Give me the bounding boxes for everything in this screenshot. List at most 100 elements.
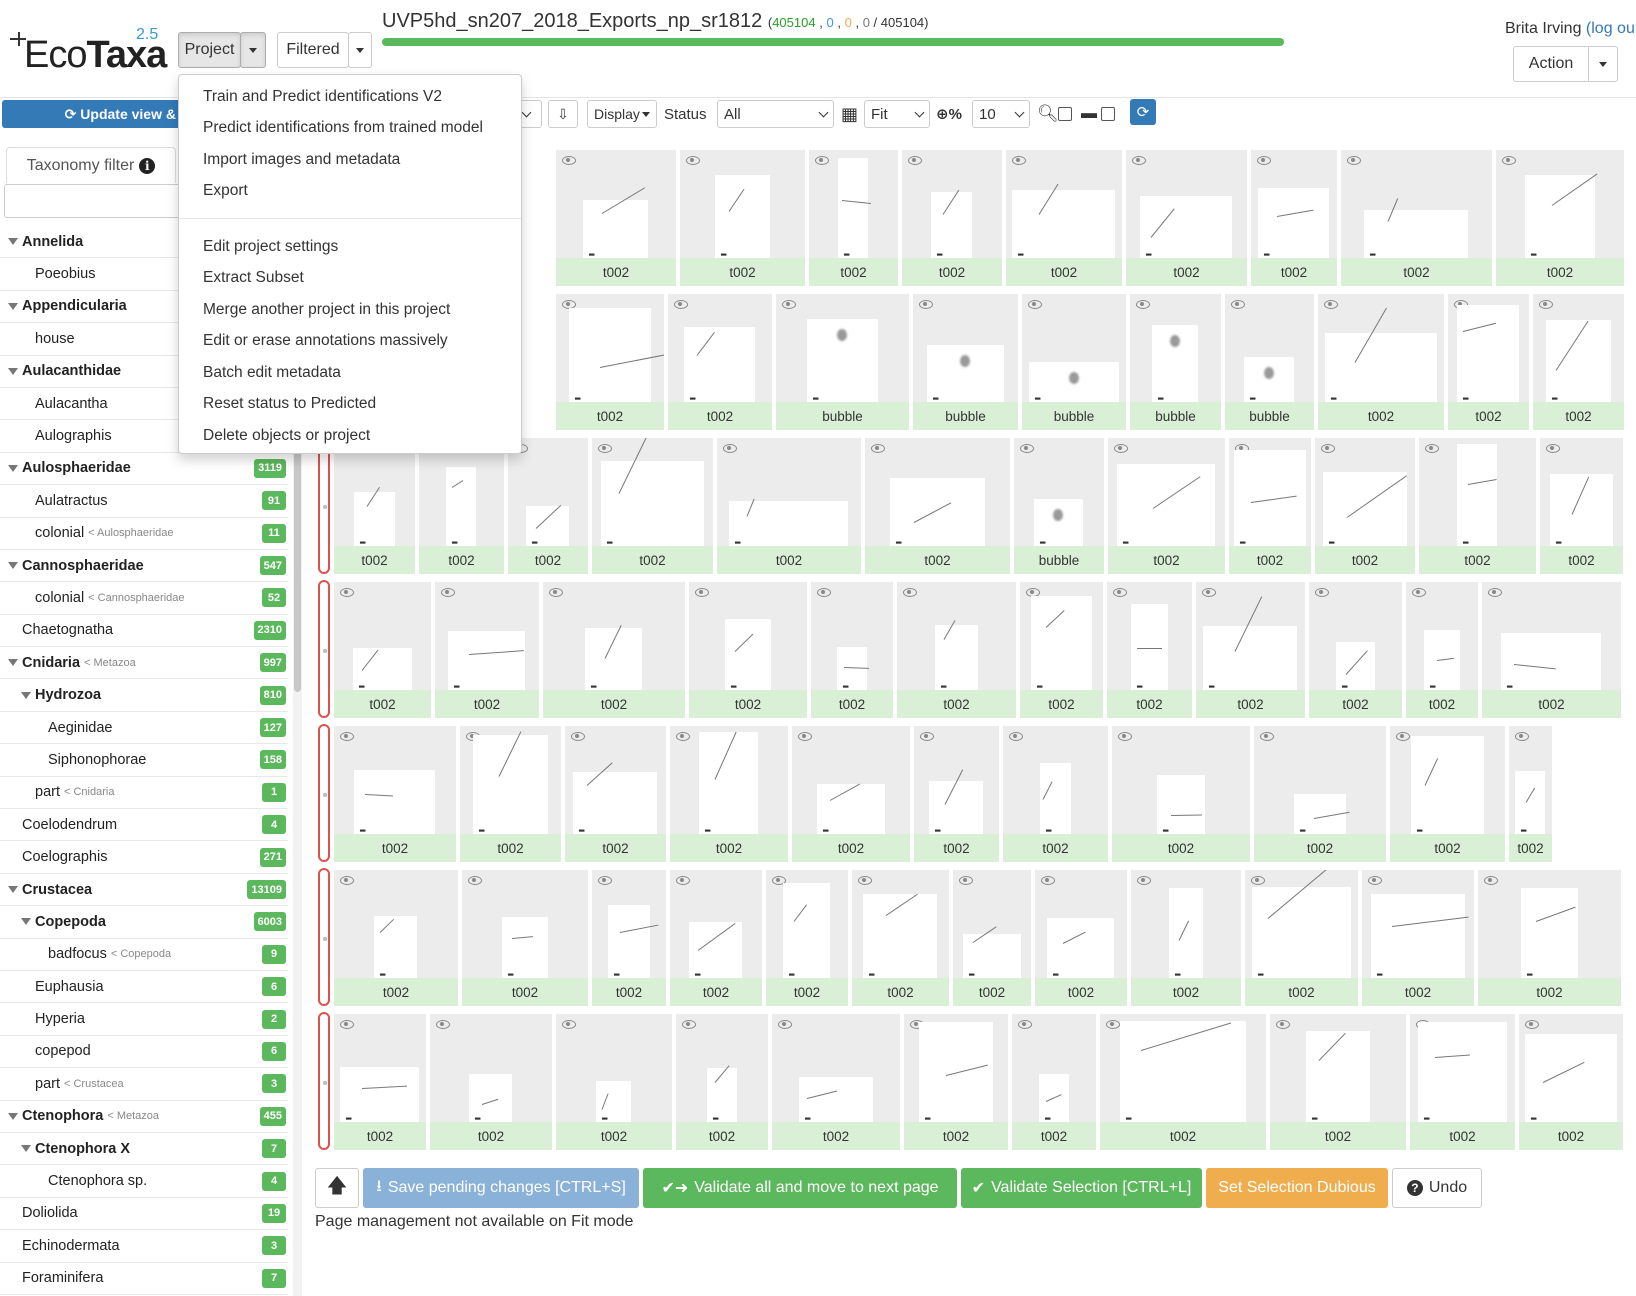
eye-icon[interactable]	[1118, 732, 1132, 741]
taxon-row[interactable]: Ctenophora < Metazoa 455	[0, 1101, 288, 1133]
vignette-label[interactable]: t002	[334, 1122, 426, 1150]
row-selection-bar[interactable]	[318, 436, 330, 574]
taxon-row[interactable]: Ctenophora sp. 4	[0, 1165, 288, 1198]
vignette[interactable]: ▂ t002	[334, 870, 458, 1006]
scroll-top-button[interactable]: 🡅	[315, 1168, 359, 1208]
logout-link[interactable]: (log ou	[1586, 20, 1635, 37]
validate-selection-button[interactable]: ✔ Validate Selection [CTRL+L]	[961, 1168, 1202, 1208]
vignette-label[interactable]: t002	[1448, 402, 1529, 430]
eye-icon[interactable]	[1412, 588, 1426, 597]
vignette-label[interactable]: t002	[953, 978, 1031, 1006]
vignette-label[interactable]: t002	[1035, 978, 1127, 1006]
status-select[interactable]: All	[717, 100, 834, 128]
vignette-label[interactable]: t002	[1509, 834, 1552, 862]
eye-icon[interactable]	[858, 876, 872, 885]
eye-icon[interactable]	[598, 876, 612, 885]
vignette[interactable]: ▂ bubble	[1022, 294, 1126, 430]
taxon-row[interactable]: Chaetognatha 2310	[0, 615, 288, 648]
vignette[interactable]: ▂ t002	[435, 582, 539, 718]
vignette[interactable]: ▂ t002	[1410, 1014, 1515, 1150]
eye-icon[interactable]	[1515, 732, 1529, 741]
row-selection-bar[interactable]	[318, 868, 330, 1006]
vignette-label[interactable]: t002	[334, 978, 458, 1006]
vignette-label[interactable]: t002	[556, 258, 676, 286]
vignette-label[interactable]: t002	[543, 690, 685, 718]
vignette-label[interactable]: t002	[1254, 834, 1386, 862]
vignette[interactable]: ▂ t002	[556, 150, 676, 286]
vignette-label[interactable]: t002	[462, 978, 588, 1006]
vignette-label[interactable]: t002	[592, 978, 666, 1006]
popover-checkbox[interactable]	[1101, 100, 1115, 128]
taxon-row[interactable]: Hyperia 2	[0, 1003, 288, 1036]
taxon-row[interactable]: Aulatractus 91	[0, 485, 288, 518]
eye-icon[interactable]	[1202, 588, 1216, 597]
expand-triangle-icon[interactable]	[8, 464, 18, 472]
eye-icon[interactable]	[919, 300, 933, 309]
vignette-label[interactable]: t002	[1362, 978, 1474, 1006]
eye-icon[interactable]	[908, 156, 922, 165]
menu-item[interactable]: Edit or erase annotations massively	[179, 326, 521, 358]
vignette[interactable]: ▂ bubble	[1014, 438, 1104, 574]
vignette[interactable]: ▂ t002	[1519, 1014, 1623, 1150]
filtered-button[interactable]: Filtered	[277, 32, 349, 68]
vignette-label[interactable]: t002	[1112, 834, 1250, 862]
vignette[interactable]: ▂ t002	[334, 726, 456, 862]
eye-icon[interactable]	[1136, 300, 1150, 309]
eye-icon[interactable]	[1315, 588, 1329, 597]
taxon-row[interactable]: Coelographis 271	[0, 841, 288, 874]
vignette-label[interactable]: t002	[1519, 1122, 1623, 1150]
taxon-row[interactable]: Hydrozoa 810	[0, 679, 288, 712]
row-selection-bar[interactable]	[318, 1012, 330, 1150]
vignette[interactable]: ▂ t002	[1448, 294, 1529, 430]
vignette-label[interactable]: t002	[772, 1122, 900, 1150]
eye-icon[interactable]	[468, 876, 482, 885]
eye-icon[interactable]	[798, 732, 812, 741]
vignette-label[interactable]: t002	[565, 834, 666, 862]
vignette[interactable]: ▂ t002	[1390, 726, 1505, 862]
taxon-row[interactable]: badfocus < Copepoda 9	[0, 939, 288, 971]
vignette[interactable]: ▂ t002	[1406, 582, 1478, 718]
vignette[interactable]: ▂ t002	[811, 582, 893, 718]
eye-icon[interactable]	[1525, 1020, 1539, 1029]
eye-icon[interactable]	[676, 876, 690, 885]
vignette-label[interactable]: t002	[334, 546, 415, 574]
eye-icon[interactable]	[871, 444, 885, 453]
eye-icon[interactable]	[598, 444, 612, 453]
vignette-label[interactable]: t002	[902, 258, 1002, 286]
eye-icon[interactable]	[1106, 1020, 1120, 1029]
vignette[interactable]: ▂ t002	[462, 870, 588, 1006]
vignette[interactable]: ▂ t002	[1131, 870, 1241, 1006]
sync-button[interactable]: ⟳	[1130, 99, 1156, 125]
vignette[interactable]: ▂ t002	[430, 1014, 552, 1150]
eye-icon[interactable]	[1321, 444, 1335, 453]
taxon-row[interactable]: Crustacea 13109	[0, 874, 288, 907]
vignette[interactable]: ▂ t002	[1012, 1014, 1096, 1150]
taxon-row[interactable]: colonial < Cannosphaeridae 52	[0, 582, 288, 615]
taxon-row[interactable]: Foraminifera 7	[0, 1263, 288, 1295]
expand-triangle-icon[interactable]	[21, 918, 31, 926]
eye-icon[interactable]	[340, 732, 354, 741]
eye-icon[interactable]	[1347, 156, 1361, 165]
vignette-label[interactable]: t002	[1020, 690, 1103, 718]
taxon-row[interactable]: Doliolida 19	[0, 1198, 288, 1231]
eye-icon[interactable]	[1018, 1020, 1032, 1029]
eye-icon[interactable]	[686, 156, 700, 165]
vignette-label[interactable]: t002	[852, 978, 949, 1006]
taxon-row[interactable]: Echinodermata 3	[0, 1230, 288, 1263]
eye-icon[interactable]	[1539, 300, 1553, 309]
vignette-label[interactable]: t002	[1410, 1122, 1515, 1150]
vignette-label[interactable]: t002	[556, 402, 664, 430]
taxonomy-search-input[interactable]	[4, 184, 180, 218]
vignette-label[interactable]: t002	[1315, 546, 1415, 574]
vignette-label[interactable]: bubble	[1022, 402, 1126, 430]
eye-icon[interactable]	[1502, 156, 1516, 165]
grid-view-icon[interactable]: ▦	[841, 100, 858, 128]
taxon-row[interactable]: copepod 6	[0, 1036, 288, 1069]
eye-icon[interactable]	[1368, 876, 1382, 885]
taxonomy-filter-tab[interactable]: Taxonomy filter i	[6, 147, 176, 183]
vignette-label[interactable]: t002	[676, 1122, 768, 1150]
vignette[interactable]: ▂ t002	[1362, 870, 1474, 1006]
vignette-label[interactable]: t002	[1012, 1122, 1096, 1150]
eye-icon[interactable]	[1137, 876, 1151, 885]
menu-item[interactable]: Export	[179, 176, 521, 208]
